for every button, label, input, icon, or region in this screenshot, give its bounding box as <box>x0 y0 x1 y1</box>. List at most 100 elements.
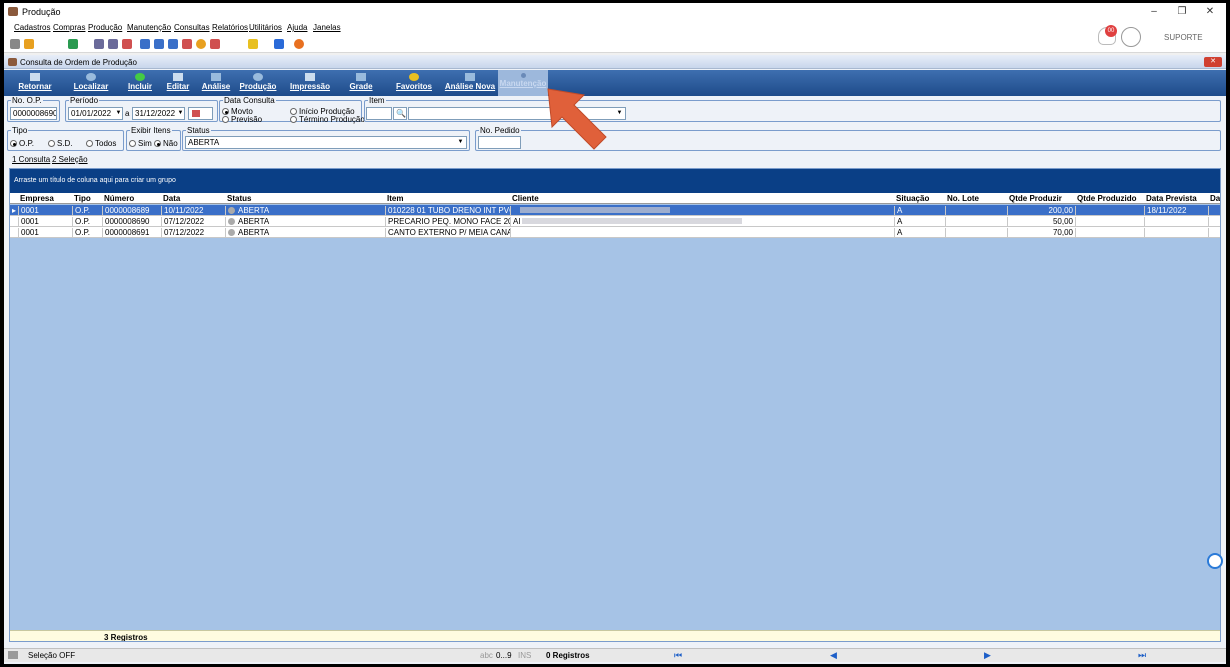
col-tipo[interactable]: Tipo <box>74 194 91 203</box>
window-icon[interactable] <box>274 39 284 49</box>
tab-consulta[interactable]: 1 Consulta <box>12 155 50 164</box>
manutencao-button[interactable]: Manutenção <box>498 70 548 96</box>
last-record-icon[interactable]: ⏭ <box>1138 650 1146 661</box>
col-numero[interactable]: Número <box>104 194 134 203</box>
status-select[interactable]: ABERTA <box>185 136 467 149</box>
table-row[interactable]: ▸ 0001 O.P. 0000008689 10/11/2022 ABERTA… <box>10 205 1220 216</box>
col-item[interactable]: Item <box>387 194 403 203</box>
grid-icon[interactable] <box>10 39 20 49</box>
impressao-button[interactable]: Impressão <box>286 70 334 96</box>
menu-bar: Cadastros Compras Produção Manutenção Co… <box>4 21 1226 35</box>
item-code-input[interactable] <box>366 107 392 120</box>
analise-button[interactable]: Análise <box>198 70 234 96</box>
table-row[interactable]: 0001 O.P. 0000008691 07/12/2022 ABERTA C… <box>10 227 1220 238</box>
menu-manutencao[interactable]: Manutenção <box>127 23 171 32</box>
col-data[interactable]: Data <box>163 194 180 203</box>
form-title-bar: Consulta de Ordem de Produção ✕ <box>4 55 1226 69</box>
status-icon <box>228 218 235 225</box>
menu-producao[interactable]: Produção <box>88 23 122 32</box>
magnifier-icon <box>86 73 96 81</box>
menu-cadastros[interactable]: Cadastros <box>14 23 50 32</box>
col-qtde-produzir[interactable]: Qtde Produzir <box>1009 194 1062 203</box>
chevron-down-icon[interactable]: ▼ <box>114 108 123 119</box>
radio-tipo-sd[interactable]: S.D. <box>48 139 73 148</box>
analise-nova-button[interactable]: Análise Nova <box>444 70 496 96</box>
item-search-button[interactable]: 🔍 <box>393 107 407 120</box>
folder-icon[interactable] <box>24 39 34 49</box>
tab-selecao[interactable]: 2 Seleção <box>52 155 88 164</box>
grade-button[interactable]: Grade <box>344 70 378 96</box>
form-title: Consulta de Ordem de Produção <box>20 58 137 67</box>
previous-record-icon[interactable]: ◀ <box>830 650 837 661</box>
table-row[interactable]: 0001 O.P. 0000008690 07/12/2022 ABERTA P… <box>10 216 1220 227</box>
producao-button[interactable]: Produção <box>236 70 280 96</box>
menu-janelas[interactable]: Janelas <box>313 23 341 32</box>
calendar-icon[interactable] <box>122 39 132 49</box>
col-data-prevista[interactable]: Data Prevista <box>1146 194 1197 203</box>
status-cell: ABERTA <box>225 228 385 238</box>
col-empresa[interactable]: Empresa <box>20 194 54 203</box>
cart-icon[interactable] <box>68 39 78 49</box>
form-icon <box>8 58 17 66</box>
row-indicator-icon: ▸ <box>12 206 17 215</box>
star-icon <box>409 73 419 81</box>
favoritos-button[interactable]: Favoritos <box>392 70 436 96</box>
list-icon[interactable] <box>168 39 178 49</box>
editar-button[interactable]: Editar <box>160 70 196 96</box>
chart-icon[interactable] <box>182 39 192 49</box>
report-icon[interactable] <box>140 39 150 49</box>
selection-status: Seleção OFF <box>28 651 76 660</box>
radio-termino-producao[interactable]: Término Produção <box>290 115 365 124</box>
calendar-button[interactable] <box>188 107 213 120</box>
side-panel-toggle-icon[interactable] <box>1207 553 1223 569</box>
col-qtde-produzido[interactable]: Qtde Produzido <box>1077 194 1137 203</box>
radio-tipo-todos[interactable]: Todos <box>86 139 116 148</box>
menu-compras[interactable]: Compras <box>53 23 85 32</box>
col-cliente[interactable]: Cliente <box>512 194 539 203</box>
table-icon[interactable] <box>154 39 164 49</box>
group-panel[interactable]: Arraste um título de coluna aqui para cr… <box>10 169 1220 193</box>
title-bar: Produção – ❐ ✕ <box>4 3 1226 21</box>
col-status[interactable]: Status <box>227 194 251 203</box>
next-record-icon[interactable]: ▶ <box>984 650 991 661</box>
maximize-button[interactable]: ❐ <box>1168 3 1196 21</box>
search-icon[interactable] <box>210 39 220 49</box>
form-close-button[interactable]: ✕ <box>1204 57 1222 67</box>
smile-icon[interactable] <box>294 39 304 49</box>
radio-tipo-op[interactable]: O.P. <box>10 139 34 148</box>
localizar-button[interactable]: Localizar <box>68 70 114 96</box>
menu-consultas[interactable]: Consultas <box>174 23 210 32</box>
radio-exibir-nao[interactable]: Não <box>154 139 178 148</box>
first-record-icon[interactable]: ⏮ <box>674 650 682 661</box>
chevron-down-icon[interactable]: ▼ <box>615 108 624 119</box>
status-icon <box>228 229 235 236</box>
clock-icon[interactable] <box>196 39 206 49</box>
tipo-label: Tipo <box>11 126 29 135</box>
incluir-button[interactable]: Incluir <box>122 70 158 96</box>
status-icon <box>228 207 235 214</box>
col-no-lote[interactable]: No. Lote <box>947 194 979 203</box>
no-pedido-input[interactable] <box>478 136 521 149</box>
col-data-extra[interactable]: Da <box>1210 194 1220 203</box>
building-icon[interactable] <box>108 39 118 49</box>
no-op-input[interactable]: 0000008690 <box>10 107 57 120</box>
menu-relatorios[interactable]: Relatórios <box>212 23 248 32</box>
star-icon[interactable] <box>248 39 258 49</box>
minimize-button[interactable]: – <box>1140 3 1168 21</box>
close-button[interactable]: ✕ <box>1196 3 1224 21</box>
magnifier-icon: 🔍 <box>396 109 406 118</box>
arrow-back-icon <box>30 73 40 81</box>
grid-icon <box>356 73 366 81</box>
chevron-down-icon[interactable]: ▼ <box>456 137 465 148</box>
abc-indicator: abc <box>480 651 493 660</box>
retornar-button[interactable]: Retornar <box>12 70 58 96</box>
menu-utilitarios[interactable]: Utilitários <box>249 23 282 32</box>
radio-exibir-sim[interactable]: Sim <box>129 139 152 148</box>
menu-ajuda[interactable]: Ajuda <box>287 23 307 32</box>
radio-previsao[interactable]: Previsão <box>222 115 262 124</box>
keyboard-icon <box>8 651 18 659</box>
user-icon[interactable] <box>1121 27 1141 47</box>
chevron-down-icon[interactable]: ▼ <box>176 108 185 119</box>
col-situacao[interactable]: Situação <box>896 194 929 203</box>
building-icon[interactable] <box>94 39 104 49</box>
